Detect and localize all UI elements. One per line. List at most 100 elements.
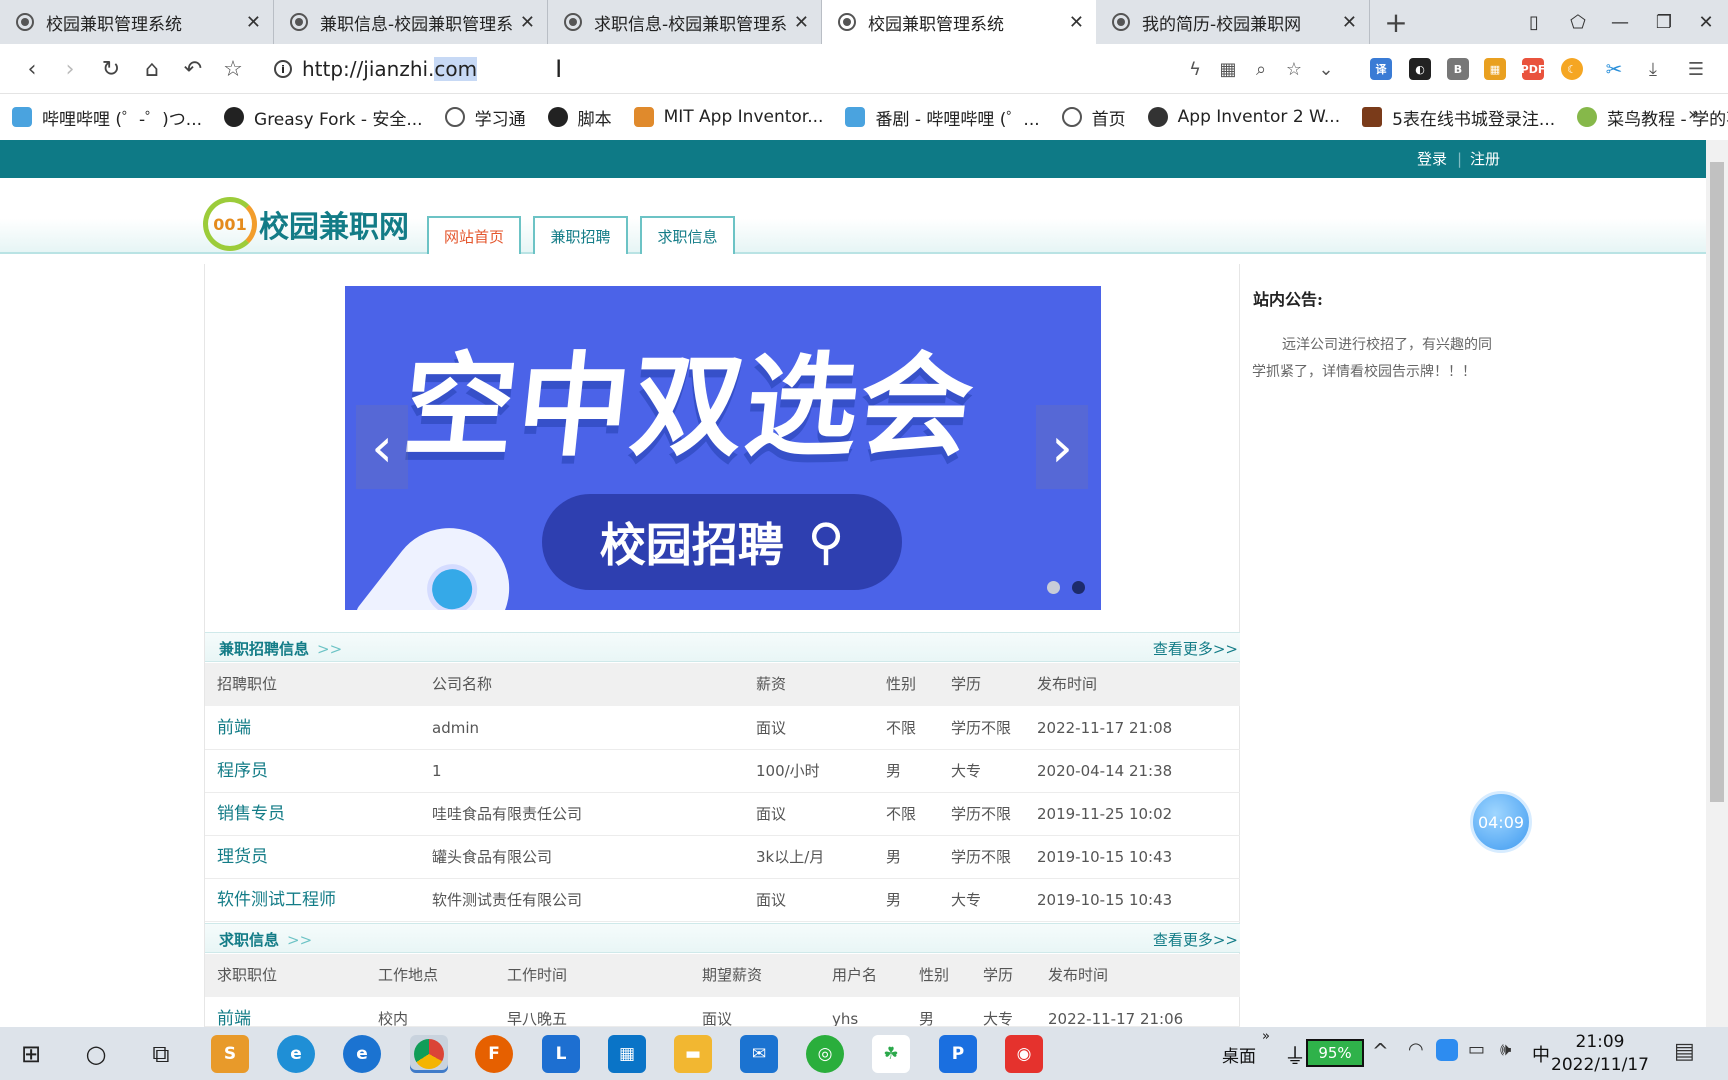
search-icon[interactable]: ○	[77, 1035, 115, 1073]
apps-extension-icon[interactable]: ▦	[1484, 58, 1506, 80]
moon-extension-icon[interactable]: ☾	[1561, 58, 1583, 80]
bookmark-item[interactable]: Greasy Fork - 安全...	[224, 105, 423, 130]
chrome-icon[interactable]	[410, 1035, 448, 1073]
job-title-link[interactable]: 软件测试工程师	[217, 879, 336, 922]
close-icon[interactable]: ✕	[794, 12, 809, 33]
seekers-more-link[interactable]: 查看更多>>	[1153, 929, 1238, 950]
clock[interactable]: 21:09 2022/11/17	[1548, 1031, 1652, 1077]
mail-icon[interactable]: ✉	[740, 1035, 778, 1073]
battery-icon[interactable]: ▭	[1468, 1039, 1485, 1060]
job-title-link[interactable]: 理货员	[217, 836, 268, 879]
banner-carousel[interactable]: 空中双选会 校园招聘 ⚲	[345, 286, 1101, 610]
scissors-extension-icon[interactable]: ✂	[1603, 57, 1625, 81]
frog-app-icon[interactable]: ☘	[872, 1035, 910, 1073]
register-link[interactable]: 注册	[1470, 140, 1500, 178]
bookmark-item[interactable]: App Inventor 2 W...	[1147, 107, 1340, 127]
bookmark-item[interactable]: 菜鸟教程 - 学的不...	[1577, 105, 1728, 130]
username-cell: yhs	[832, 1010, 859, 1027]
globe-icon	[564, 13, 582, 31]
login-link[interactable]: 登录	[1417, 140, 1447, 178]
browser-tab[interactable]: 求职信息-校园兼职管理系 ✕	[548, 0, 822, 44]
zoom-icon[interactable]: ⌕	[1248, 56, 1274, 82]
home-icon[interactable]: ⌂	[134, 44, 170, 94]
bookmark-item[interactable]: 5表在线书城登录注...	[1362, 105, 1555, 130]
wifi-icon[interactable]: ◠	[1408, 1039, 1424, 1060]
windows-start-icon[interactable]: ⊞	[12, 1035, 50, 1073]
restore-tabs-icon[interactable]: ⬠	[1558, 0, 1598, 44]
p-app-icon[interactable]: P	[939, 1035, 977, 1073]
browser-tab[interactable]: 我的简历-校园兼职网 ✕	[1096, 0, 1370, 44]
new-tab-button[interactable]: +	[1370, 0, 1422, 44]
scrollbar-thumb[interactable]	[1710, 162, 1724, 802]
site-info-icon[interactable]: i	[274, 60, 292, 78]
sublime-text-icon[interactable]: S	[211, 1035, 249, 1073]
carousel-dot-active[interactable]	[1072, 581, 1085, 594]
lightning-icon[interactable]: ϟ	[1182, 56, 1208, 82]
bookmark-star-icon[interactable]: ☆	[215, 44, 251, 94]
tab-list-icon[interactable]: ▯	[1514, 0, 1554, 44]
nav-home[interactable]: 网站首页	[427, 216, 521, 254]
task-view-icon[interactable]: ⧉	[142, 1035, 180, 1073]
desktop-label[interactable]: 桌面	[1222, 1042, 1256, 1067]
chevron-down-icon[interactable]: ⌄	[1313, 56, 1339, 82]
url-field[interactable]: i http://jianzhi. com I	[274, 54, 1074, 84]
b-extension-icon[interactable]: B	[1447, 58, 1469, 80]
bookmark-label: 番剧 - 哔哩哔哩 (゜...	[875, 109, 1040, 130]
edge-icon[interactable]: e	[277, 1035, 315, 1073]
job-title-link[interactable]: 销售专员	[217, 793, 285, 836]
forward-icon[interactable]: ›	[52, 44, 88, 94]
reload-icon[interactable]: ↻	[93, 44, 129, 94]
undo-close-icon[interactable]: ↶	[175, 44, 211, 94]
bookmark-item[interactable]: MIT App Inventor...	[633, 107, 823, 127]
ie-icon[interactable]: e	[343, 1035, 381, 1073]
mask-extension-icon[interactable]: ◐	[1409, 58, 1431, 80]
volume-icon[interactable]: 🕪	[1500, 1039, 1511, 1060]
bookmark-item[interactable]: 学习通	[444, 105, 526, 130]
nav-seekers[interactable]: 求职信息	[640, 216, 735, 254]
file-explorer-icon[interactable]: ▬	[674, 1035, 712, 1073]
close-window-button[interactable]: ✕	[1686, 0, 1726, 44]
qr-code-icon[interactable]: ▦	[1215, 56, 1241, 82]
job-title-link[interactable]: 程序员	[217, 750, 268, 793]
bookmark-item[interactable]: 脚本	[547, 105, 612, 130]
jobs-more-link[interactable]: 查看更多>>	[1153, 638, 1238, 659]
carousel-next-button[interactable]: ›	[1036, 405, 1088, 489]
pdf-extension-icon[interactable]: PDF	[1521, 58, 1545, 80]
download-icon[interactable]: ⤓	[1640, 56, 1666, 82]
favorite-icon[interactable]: ☆	[1281, 56, 1307, 82]
floating-timer[interactable]: 04:09	[1470, 791, 1532, 853]
job-title-link[interactable]: 前端	[217, 707, 251, 750]
tray-app-icon[interactable]	[1436, 1039, 1458, 1061]
firefox-icon[interactable]: F	[475, 1035, 513, 1073]
carousel-dot[interactable]	[1047, 581, 1060, 594]
bookmark-item[interactable]: 首页	[1061, 105, 1126, 130]
wechat-icon[interactable]: ◎	[806, 1035, 844, 1073]
netease-music-icon[interactable]: ◉	[1005, 1035, 1043, 1073]
battery-indicator[interactable]: 95%	[1306, 1039, 1364, 1067]
company-cell: 1	[432, 762, 442, 780]
translate-extension-icon[interactable]: 译	[1370, 58, 1392, 80]
maximize-button[interactable]: ❐	[1644, 0, 1684, 44]
page-scrollbar[interactable]	[1706, 140, 1728, 1027]
browser-tab-active[interactable]: 校园兼职管理系统 ✕	[822, 0, 1096, 44]
close-icon[interactable]: ✕	[1342, 12, 1357, 33]
carousel-prev-button[interactable]: ‹	[356, 405, 408, 489]
browser-tab[interactable]: 兼职信息-校园兼职管理系 ✕	[274, 0, 548, 44]
bookmark-item[interactable]: 哔哩哔哩 (゜-゜)つ...	[12, 105, 202, 130]
bookmarks-overflow[interactable]: »	[1688, 104, 1699, 125]
seeker-title-link[interactable]: 前端	[217, 998, 251, 1026]
menu-icon[interactable]: ☰	[1683, 56, 1709, 82]
nav-jobs[interactable]: 兼职招聘	[533, 216, 628, 254]
notification-icon[interactable]: ▤	[1674, 1039, 1695, 1064]
minimize-button[interactable]: —	[1600, 0, 1640, 44]
shield-app-icon[interactable]: L	[542, 1035, 580, 1073]
chevron-up-icon[interactable]: ^	[1372, 1039, 1389, 1063]
site-logo[interactable]: 001 校园兼职网	[203, 196, 409, 252]
store-icon[interactable]: ▦	[608, 1035, 646, 1073]
browser-tab[interactable]: 校园兼职管理系统 ✕	[0, 0, 274, 44]
close-icon[interactable]: ✕	[1069, 12, 1084, 33]
bookmark-item[interactable]: 番剧 - 哔哩哔哩 (゜...	[845, 105, 1040, 130]
close-icon[interactable]: ✕	[246, 12, 261, 33]
close-icon[interactable]: ✕	[520, 12, 535, 33]
back-icon[interactable]: ‹	[14, 44, 50, 94]
